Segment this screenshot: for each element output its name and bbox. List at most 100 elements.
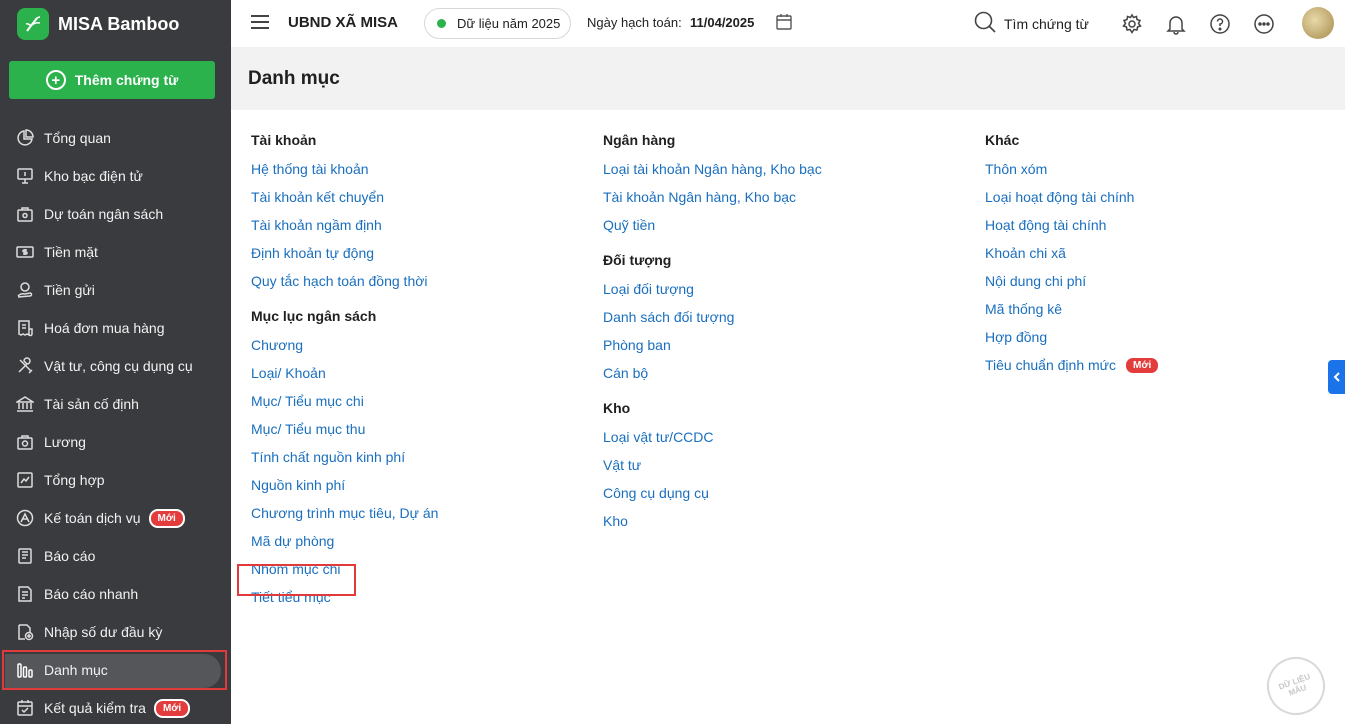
link-quy-tac-hach-toan-dong-thoi[interactable]: Quy tắc hạch toán đồng thời bbox=[251, 272, 438, 300]
search-voucher[interactable]: Tìm chứng từ bbox=[974, 11, 1089, 36]
link-hop-dong[interactable]: Hợp đồng bbox=[985, 328, 1160, 356]
org-name: UBND XÃ MISA bbox=[288, 14, 399, 31]
group-title: Mục lục ngân sách bbox=[251, 308, 377, 324]
link-tai-khoan-ket-chuyen[interactable]: Tài khoản kết chuyển bbox=[251, 188, 438, 216]
sidebar-item-nhap-so-du-dau-ky[interactable]: Nhập số dư đầu kỳ bbox=[0, 613, 231, 651]
category-icon bbox=[15, 660, 35, 680]
link-loai-tai-khoan-ngan-hang[interactable]: Loại tài khoản Ngân hàng, Kho bạc bbox=[603, 160, 822, 188]
link-kho[interactable]: Kho bbox=[603, 512, 822, 540]
sidebar-item-vat-tu-cong-cu[interactable]: Vật tư, công cụ dụng cụ bbox=[0, 347, 231, 385]
link-loai-vat-tu-ccdc[interactable]: Loại vật tư/CCDC bbox=[603, 428, 822, 456]
sidebar-item-kho-bac-dien-tu[interactable]: Kho bạc điện tử bbox=[0, 157, 231, 195]
brand[interactable]: MISA Bamboo bbox=[17, 8, 179, 40]
sidebar-item-label: Lương bbox=[44, 434, 86, 450]
more-options-icon[interactable] bbox=[1253, 13, 1275, 38]
sidebar-item-label: Kế toán dịch vụ bbox=[44, 510, 141, 526]
sidebar-nav: Tổng quan Kho bạc điện tử Dự toán ngân s… bbox=[0, 119, 231, 724]
link-phong-ban[interactable]: Phòng ban bbox=[603, 336, 822, 364]
main-content: Danh mục Tài khoản Hệ thống tài khoản Tà… bbox=[231, 47, 1345, 724]
hamburger-menu-icon[interactable] bbox=[251, 15, 269, 31]
link-vat-tu[interactable]: Vật tư bbox=[603, 456, 822, 484]
posting-date-value[interactable]: 11/04/2025 bbox=[690, 15, 754, 30]
avatar[interactable] bbox=[1302, 7, 1334, 39]
link-muc-tieu-muc-thu[interactable]: Mục/ Tiểu mục thu bbox=[251, 420, 438, 448]
link-ma-du-phong[interactable]: Mã dự phòng bbox=[251, 532, 438, 560]
link-muc-tieu-muc-chi[interactable]: Mục/ Tiểu mục chi bbox=[251, 392, 438, 420]
sidebar-item-label: Hoá đơn mua hàng bbox=[44, 320, 165, 336]
link-chuong[interactable]: Chương bbox=[251, 336, 438, 364]
group-ngan-hang: Ngân hàng Loại tài khoản Ngân hàng, Kho … bbox=[603, 130, 822, 244]
data-year-selector[interactable]: Dữ liệu năm 2025 bbox=[424, 8, 571, 39]
group-title: Khác bbox=[985, 132, 1020, 148]
link-ma-thong-ke[interactable]: Mã thống kê bbox=[985, 300, 1160, 328]
link-tiet-tieu-muc[interactable]: Tiết tiểu mục bbox=[251, 588, 438, 616]
bell-icon[interactable] bbox=[1165, 13, 1187, 38]
help-icon[interactable] bbox=[1209, 13, 1231, 38]
link-nhom-muc-chi[interactable]: Nhóm mục chi bbox=[251, 560, 438, 588]
sidebar-item-bao-cao[interactable]: Báo cáo bbox=[0, 537, 231, 575]
sidebar-item-hoa-don-mua-hang[interactable]: Hoá đơn mua hàng bbox=[0, 309, 231, 347]
sidebar-item-label: Tài sản cố định bbox=[44, 396, 139, 412]
sidebar-item-ket-qua-kiem-tra[interactable]: Kết quả kiểm tra Mới bbox=[0, 689, 231, 724]
gear-icon[interactable] bbox=[1121, 13, 1143, 38]
link-nguon-kinh-phi[interactable]: Nguồn kinh phí bbox=[251, 476, 438, 504]
sidebar-item-tai-san-co-dinh[interactable]: Tài sản cố định bbox=[0, 385, 231, 423]
sample-data-stamp: DỮ LIỆU MẪU bbox=[1258, 648, 1334, 724]
group-title: Đối tượng bbox=[603, 252, 672, 268]
deposit-icon bbox=[15, 280, 35, 300]
link-danh-sach-doi-tuong[interactable]: Danh sách đối tượng bbox=[603, 308, 822, 336]
link-tai-khoan-ngan-hang[interactable]: Tài khoản Ngân hàng, Kho bạc bbox=[603, 188, 822, 216]
sidebar-item-luong[interactable]: Lương bbox=[0, 423, 231, 461]
page-title: Danh mục bbox=[248, 68, 340, 89]
link-cong-cu-dung-cu[interactable]: Công cụ dụng cụ bbox=[603, 484, 822, 512]
cash-icon bbox=[15, 242, 35, 262]
link-dinh-khoan-tu-dong[interactable]: Định khoản tự động bbox=[251, 244, 438, 272]
link-can-bo[interactable]: Cán bộ bbox=[603, 364, 822, 392]
sidebar-item-tien-gui[interactable]: Tiền gửi bbox=[0, 271, 231, 309]
search-label: Tìm chứng từ bbox=[1004, 15, 1089, 32]
link-tieu-chuan-dinh-muc[interactable]: Tiêu chuẩn định mức bbox=[985, 356, 1116, 384]
invoice-icon bbox=[15, 318, 35, 338]
tools-icon bbox=[15, 356, 35, 376]
sidebar-item-du-toan-ngan-sach[interactable]: Dự toán ngân sách bbox=[0, 195, 231, 233]
sidebar-item-tong-quan[interactable]: Tổng quan bbox=[0, 119, 231, 157]
link-hoat-dong-tai-chinh[interactable]: Hoạt động tài chính bbox=[985, 216, 1160, 244]
sidebar-item-label: Nhập số dư đầu kỳ bbox=[44, 624, 163, 640]
add-voucher-button[interactable]: + Thêm chứng từ bbox=[9, 61, 215, 99]
chevron-left-icon bbox=[1333, 369, 1341, 385]
link-loai-doi-tuong[interactable]: Loại đối tượng bbox=[603, 280, 822, 308]
collapse-panel-tab[interactable] bbox=[1328, 360, 1345, 394]
check-result-icon bbox=[15, 698, 35, 718]
sidebar-item-label: Vật tư, công cụ dụng cụ bbox=[44, 358, 193, 374]
summary-icon bbox=[15, 470, 35, 490]
watermark-text: DỮ LIỆU MẪU bbox=[1277, 671, 1312, 698]
search-icon bbox=[974, 11, 996, 36]
calendar-icon[interactable] bbox=[775, 13, 793, 34]
new-badge: Mới bbox=[153, 698, 191, 718]
sidebar-item-bao-cao-nhanh[interactable]: Báo cáo nhanh bbox=[0, 575, 231, 613]
sidebar-item-tong-hop[interactable]: Tổng hợp bbox=[0, 461, 231, 499]
group-khac: Khác Thôn xóm Loại hoạt động tài chính H… bbox=[985, 130, 1161, 384]
sidebar-item-danh-muc[interactable]: Danh mục bbox=[0, 651, 231, 689]
plus-circle-icon: + bbox=[45, 70, 66, 90]
sidebar-item-label: Báo cáo nhanh bbox=[44, 586, 139, 602]
link-tai-khoan-ngam-dinh[interactable]: Tài khoản ngầm định bbox=[251, 216, 438, 244]
link-loai-hoat-dong-tai-chinh[interactable]: Loại hoạt động tài chính bbox=[985, 188, 1160, 216]
sidebar-item-label: Tổng hợp bbox=[44, 472, 105, 488]
link-tinh-chat-nguon-kinh-phi[interactable]: Tính chất nguồn kinh phí bbox=[251, 448, 438, 476]
link-quy-tien[interactable]: Quỹ tiền bbox=[603, 216, 822, 244]
link-thon-xom[interactable]: Thôn xóm bbox=[985, 160, 1160, 188]
link-loai-khoan[interactable]: Loại/ Khoản bbox=[251, 364, 438, 392]
link-chuong-trinh-muc-tieu-du-an[interactable]: Chương trình mục tiêu, Dự án bbox=[251, 504, 438, 532]
opening-balance-icon bbox=[15, 622, 35, 642]
sidebar-item-tien-mat[interactable]: Tiền mặt bbox=[0, 233, 231, 271]
link-noi-dung-chi-phi[interactable]: Nội dung chi phí bbox=[985, 272, 1160, 300]
link-he-thong-tai-khoan[interactable]: Hệ thống tài khoản bbox=[251, 160, 438, 188]
group-kho: Kho Loại vật tư/CCDC Vật tư Công cụ dụng… bbox=[603, 398, 822, 540]
sidebar-item-ke-toan-dich-vu[interactable]: Kế toán dịch vụ Mới bbox=[0, 499, 231, 537]
pie-chart-icon bbox=[15, 128, 35, 148]
group-muc-luc-ngan-sach: Mục lục ngân sách Chương Loại/ Khoản Mục… bbox=[251, 306, 438, 616]
link-khoan-chi-xa[interactable]: Khoản chi xã bbox=[985, 244, 1160, 272]
sidebar-item-label: Dự toán ngân sách bbox=[44, 206, 164, 222]
category-column-1: Tài khoản Hệ thống tài khoản Tài khoản k… bbox=[251, 130, 438, 616]
